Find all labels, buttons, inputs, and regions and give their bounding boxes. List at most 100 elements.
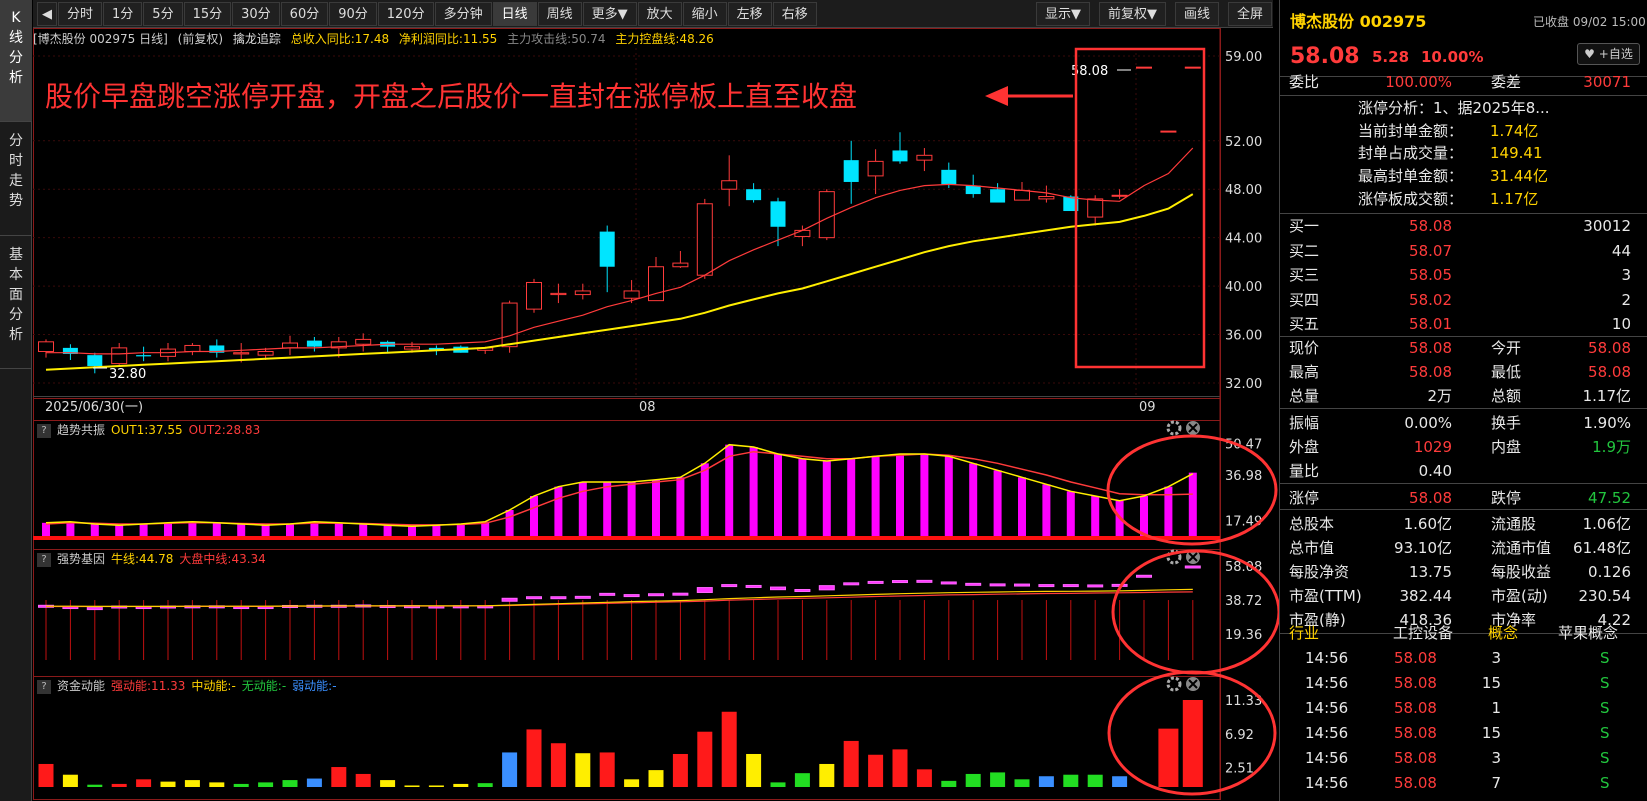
momentum-bar [111,783,127,787]
stat-label: 涨停 [1289,489,1320,507]
stat-label: 量比 [1289,462,1320,480]
gene-candle [623,594,640,598]
stat-value: 13.75 [1409,563,1452,581]
trend-bar [700,463,709,538]
momentum-bar [184,780,200,787]
ind1-header: ? 趋势共振 OUT1:37.55 OUT2:28.83 [33,420,266,440]
momentum-bar [1087,774,1103,787]
candle-body [355,338,372,345]
ind1-out2: OUT2:28.83 [188,423,261,437]
zt-label: 涨停板成交额： [1358,190,1464,208]
price-tick: 36.00 [1225,329,1262,344]
bid-label: 买二 [1289,241,1320,260]
tick-price: 58.08 [1394,674,1437,692]
date-label: 08 [639,400,656,415]
help-icon[interactable]: ? [37,423,51,438]
stat-label: 总市值 [1289,539,1335,557]
candle-body [257,351,274,356]
capital-momentum-panel [38,700,1203,787]
candle-body [501,302,518,348]
tab-kline[interactable]: K线分析 [0,0,32,122]
date-label: 09 [1139,400,1156,415]
bid-label: 买四 [1289,290,1320,309]
ind1-name: 趋势共振 [57,423,106,437]
gene-candle [770,586,786,591]
trend-bar [310,521,319,538]
stat-value: 93.10亿 [1394,539,1452,557]
stat-value: 0.40 [1418,462,1452,480]
help-icon[interactable]: ? [37,679,51,694]
tick-price: 58.08 [1394,724,1437,742]
zt-label: 封单占成交量： [1358,144,1464,162]
stat-value: 230.54 [1578,587,1632,605]
momentum-bar [794,773,810,787]
divider [1279,483,1647,484]
trend-bar [42,522,50,538]
tick-side: S [1600,699,1610,717]
trend-bar [359,524,368,538]
tick-time: 14:56 [1305,724,1349,742]
candle-body [941,169,957,185]
momentum-bar [331,767,347,787]
gene-candle [818,585,835,591]
ind3-weak: 弱动能:- [292,679,337,693]
help-icon[interactable]: ? [37,552,51,567]
quote-header: 博杰股份 002975 已收盘 09/02 15:00 [1280,10,1647,34]
momentum-bar [1182,700,1203,787]
trend-bar [1042,484,1051,538]
momentum-bar [233,783,249,787]
gene-candle [648,593,664,597]
tick-price: 58.08 [1394,774,1437,792]
concept-value: 苹果概念 [1558,624,1619,642]
trend-bar [530,496,538,538]
candle-body [818,191,835,239]
gene-candle [892,580,908,584]
stat-label: 流通市值 [1491,539,1552,557]
candle-body [1111,194,1128,197]
trend-bar [505,510,514,538]
stat-value: 61.48亿 [1573,539,1631,557]
bid-price: 58.08 [1409,217,1452,235]
momentum-bar [428,785,444,787]
momentum-bar [1063,774,1079,787]
momentum-bar [1038,776,1054,787]
trend-bar [1188,472,1197,538]
zt-value: 1.74亿 [1490,122,1539,140]
stat-label: 内盘 [1491,438,1522,456]
price-tick: 32.00 [1225,377,1262,392]
tab-fundamental[interactable]: 基本面分析 [0,237,32,369]
stock-app: K线分析 分时走势 基本面分析 ◀ 分时 1分 5分 15分 30分 60分 90分 120分… [0,0,1647,801]
tab-intraday[interactable]: 分时走势 [0,123,32,236]
bid-volume: 10 [1611,315,1631,333]
trend-bar [456,524,465,538]
trend-bar [90,524,99,538]
bull-line [46,588,1193,607]
trend-bar [676,477,685,538]
momentum-bar [721,711,737,787]
tab-fundamental-label: 基本面分析 [9,247,23,343]
tick-volume: 7 [1491,774,1501,792]
gene-candle [916,579,933,583]
add-watchlist-button[interactable]: ♥ +自选 [1577,43,1640,65]
momentum-bar [209,782,225,787]
tick-time: 14:56 [1305,774,1349,792]
zt-analysis: 涨停分析：1、据2025年8... [1358,99,1550,117]
momentum-bar [575,753,591,787]
candle-body [184,344,201,353]
price-tick: 48.00 [1225,183,1262,198]
trend-bar [1091,496,1100,538]
tick-time: 14:56 [1305,649,1349,667]
gene-candle [989,583,1006,587]
momentum-bar [599,752,615,787]
main-candles [38,66,1201,374]
ind3-header: ? 资金动能 强动能:11.33 中动能:- 无动能:- 弱动能:- [33,676,343,696]
heart-icon: ♥ [1584,47,1595,61]
gene-candle [1184,565,1201,569]
candle-body [87,355,103,367]
market-status: 已收盘 09/02 15:00 [1533,15,1646,29]
bid-label: 买五 [1289,315,1320,333]
ma-red-line [46,147,1194,355]
ind2-bull: 牛线:44.78 [111,552,174,566]
momentum-bar [868,754,884,787]
stat-value: 2万 [1427,387,1452,405]
